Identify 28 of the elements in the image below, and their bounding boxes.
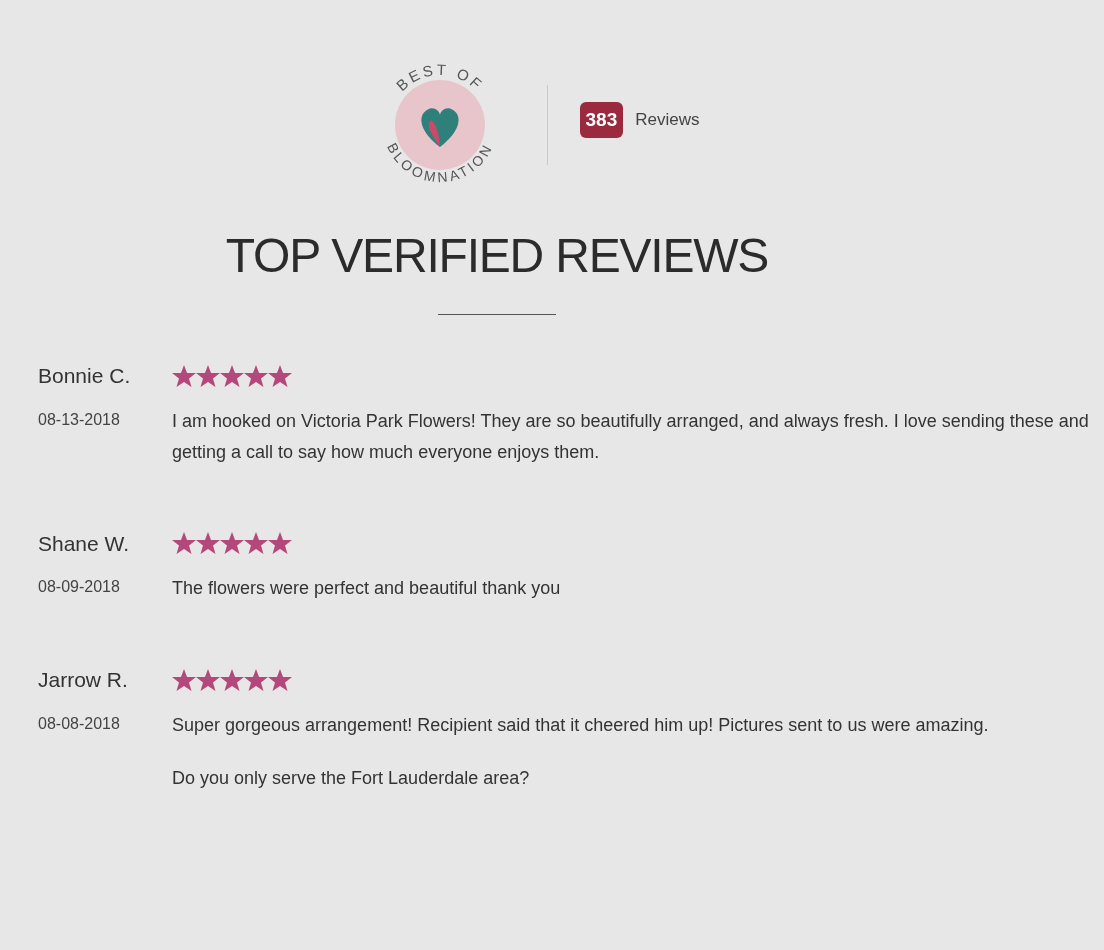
reviews-label: Reviews bbox=[635, 109, 700, 132]
star-icon bbox=[244, 532, 268, 555]
star-icon bbox=[172, 532, 196, 555]
star-icon bbox=[268, 532, 292, 555]
page-title: TOP VERIFIED REVIEWS bbox=[224, 228, 770, 284]
star-icon bbox=[220, 668, 244, 691]
review-text: I am hooked on Victoria Park Flowers! They are so beautifully arranged, and always fresh. I love sending these and getting a call to say how much everyone enjoys them. bbox=[172, 409, 1090, 464]
star-icon bbox=[220, 532, 244, 555]
star-icon bbox=[268, 668, 292, 691]
reviewer-name: Jarrow R. bbox=[38, 667, 129, 693]
reviewer-name: Shane W. bbox=[38, 530, 131, 557]
review-text: Super gorgeous arrangement! Recipient said that it cheered him up! Pictures sent to us were amazing. bbox=[172, 713, 989, 737]
review-text: Do you only serve the Fort Lauderdale area? bbox=[172, 766, 531, 790]
star-icon bbox=[244, 364, 268, 387]
star-icon bbox=[220, 364, 244, 387]
star-icon bbox=[172, 364, 196, 387]
review-count-bubble: 383 bbox=[579, 101, 624, 139]
star-icon bbox=[244, 668, 268, 691]
star-icon bbox=[196, 364, 220, 387]
review-date: 08-08-2018 bbox=[38, 713, 121, 734]
star-icon bbox=[268, 364, 292, 387]
star-icon bbox=[196, 668, 220, 691]
reviewer-name: Bonnie C. bbox=[38, 363, 132, 389]
review-date: 08-09-2018 bbox=[38, 577, 121, 597]
star-icon bbox=[172, 668, 196, 691]
star-icon bbox=[196, 532, 220, 555]
review-text: The flowers were perfect and beautiful thank you bbox=[172, 577, 561, 600]
review-date: 08-13-2018 bbox=[38, 409, 121, 430]
